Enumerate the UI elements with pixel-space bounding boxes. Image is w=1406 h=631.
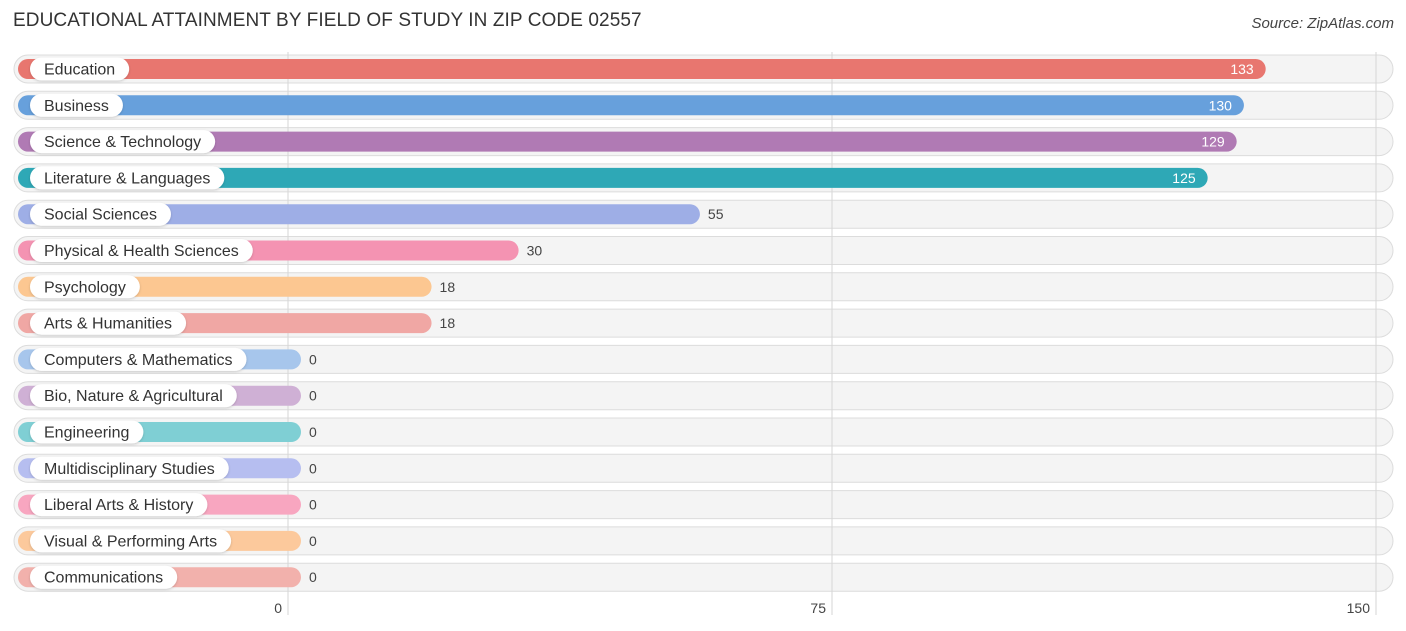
bar-row: Science & Technology 129 xyxy=(18,130,1237,154)
value-label: 0 xyxy=(309,497,317,513)
category-label: Communications xyxy=(44,570,163,587)
category-label: Psychology xyxy=(44,279,126,296)
value-label: 129 xyxy=(1201,134,1225,150)
value-label: 0 xyxy=(309,460,317,476)
bar-row: Physical & Health Sciences 30 xyxy=(18,239,542,262)
bar-row: Business 130 xyxy=(18,93,1244,117)
value-label: 0 xyxy=(309,424,317,440)
bar-row: Bio, Nature & Agricultural 0 xyxy=(18,384,317,408)
x-tick-label: 0 xyxy=(274,600,282,616)
bar-row: Education 133 xyxy=(18,57,1266,81)
bar-row: Visual & Performing Arts 0 xyxy=(18,529,317,553)
value-label: 130 xyxy=(1209,97,1233,113)
value-label: 125 xyxy=(1172,170,1196,186)
bar-row: Computers & Mathematics 0 xyxy=(18,347,317,371)
category-label: Education xyxy=(44,62,115,79)
x-tick-label: 150 xyxy=(1347,600,1371,616)
category-label: Multidisciplinary Studies xyxy=(44,461,215,478)
bar-row: Multidisciplinary Studies 0 xyxy=(18,456,317,480)
value-label: 18 xyxy=(440,315,456,331)
value-label: 0 xyxy=(309,351,317,367)
value-label: 133 xyxy=(1230,61,1254,77)
x-tick-label: 75 xyxy=(810,600,826,616)
category-label: Business xyxy=(44,98,109,115)
value-label: 30 xyxy=(527,243,543,259)
bar-row: Liberal Arts & History 0 xyxy=(18,493,317,517)
bar-row: Engineering 0 xyxy=(18,420,317,444)
bar-row: Communications 0 xyxy=(18,565,317,589)
value-label: 0 xyxy=(309,388,317,404)
bar-chart: Education 133 Business 130 Science & Technol… xyxy=(13,52,1394,616)
category-label: Science & Technology xyxy=(44,134,201,151)
bar-row: Psychology 18 xyxy=(18,275,456,299)
category-label: Physical & Health Sciences xyxy=(44,243,239,260)
category-label: Engineering xyxy=(44,425,129,442)
bar xyxy=(18,95,1244,116)
bar xyxy=(18,59,1266,79)
category-label: Bio, Nature & Agricultural xyxy=(44,388,223,405)
bar-row: Literature & Languages 125 xyxy=(18,166,1208,190)
category-label: Social Sciences xyxy=(44,207,157,224)
bar-row: Social Sciences 55 xyxy=(18,202,724,226)
bar-row: Arts & Humanities 18 xyxy=(18,311,456,335)
category-label: Literature & Languages xyxy=(44,170,210,187)
value-label: 18 xyxy=(440,279,456,295)
category-label: Liberal Arts & History xyxy=(44,497,193,514)
category-label: Visual & Performing Arts xyxy=(44,533,217,550)
category-label: Computers & Mathematics xyxy=(44,352,233,369)
value-label: 0 xyxy=(309,569,317,585)
value-label: 55 xyxy=(708,206,724,222)
value-label: 0 xyxy=(309,533,317,549)
category-label: Arts & Humanities xyxy=(44,316,172,333)
